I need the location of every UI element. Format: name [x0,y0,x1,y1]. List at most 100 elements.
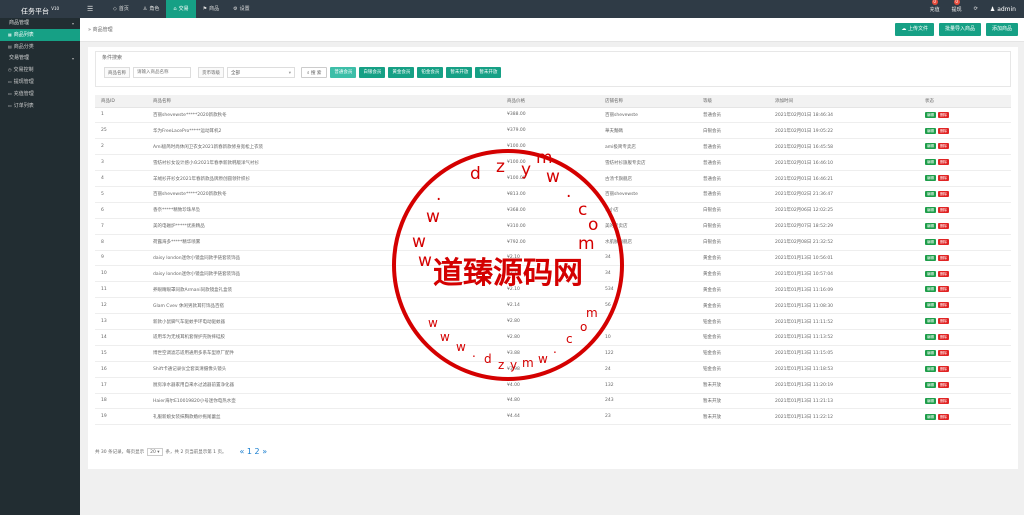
col-price[interactable]: 商品价格 [501,95,599,108]
cell-shop: 132 [599,377,697,394]
col-name[interactable]: 商品名称 [147,95,501,108]
filter-tag-gold[interactable]: 黄金会员 [388,67,415,78]
delete-button[interactable]: 删除 [938,302,949,309]
edit-button[interactable]: 编辑 [925,270,936,277]
edit-button[interactable]: 编辑 [925,111,936,118]
sidebar-group-trade[interactable]: 交易管理 ▾ [0,53,80,64]
delete-button[interactable]: 删除 [938,270,949,277]
edit-button[interactable]: 编辑 [925,365,936,372]
edit-button[interactable]: 编辑 [925,254,936,261]
topnav-role[interactable]: ♙ 角色 [136,0,167,18]
cell-actions: 编辑 删除 [919,329,1011,346]
cell-price: ¥2.14 [501,297,599,315]
delete-button[interactable]: 删除 [938,365,949,372]
sidebar-item-orders[interactable]: ▭ 订单列表 [0,100,80,112]
topnav-home[interactable]: ◇ 首页 [106,0,136,18]
page-size-select[interactable]: 20 ▾ [147,447,163,456]
edit-button[interactable]: 编辑 [925,397,936,404]
col-level[interactable]: 等级 [697,95,769,108]
sidebar-item-withdraw[interactable]: ▭ 提现管理 [0,76,80,88]
delete-button[interactable]: 删除 [938,143,949,150]
goods-name-input[interactable] [133,67,191,78]
edit-button[interactable]: 编辑 [925,286,936,293]
topnav-trade[interactable]: ⌂ 交易 [166,0,196,18]
edit-button[interactable]: 编辑 [925,334,936,341]
delete-button[interactable]: 删除 [938,191,949,198]
edit-button[interactable]: 编辑 [925,318,936,325]
delete-button[interactable]: 删除 [938,318,949,325]
topnav-role-label: 角色 [149,6,160,12]
col-shop[interactable]: 店铺名称 [599,95,697,108]
upload-file-button[interactable]: ☁ 上传文件 [895,23,934,36]
edit-button[interactable]: 编辑 [925,143,936,150]
delete-button[interactable]: 删除 [938,397,949,404]
col-status[interactable]: 状态 [919,95,1011,108]
sidebar-group-goods[interactable]: 商品管理 ▾ [0,18,80,29]
cell-shop: 24 [599,361,697,378]
recharge-link[interactable]: 0 充值 [930,0,940,13]
delete-button[interactable]: 删除 [938,111,949,118]
edit-button[interactable]: 编辑 [925,381,936,388]
topnav-settings[interactable]: ⚙ 设置 [226,0,257,18]
batch-import-button[interactable]: 批量导入商品 [938,23,981,36]
level-select[interactable]: 全部 ▾ [227,67,295,78]
delete-button[interactable]: 删除 [938,127,949,134]
delete-button[interactable]: 删除 [938,334,949,341]
delete-button[interactable]: 删除 [938,286,949,293]
table-row: 18 Haier海尔E10019820小号迷你电热水壶 ¥4.80 243 暂未开放 20… [95,393,1011,410]
delete-button[interactable]: 删除 [938,175,949,182]
filter-tag-platinum[interactable]: 铂金会员 [417,67,444,78]
edit-button[interactable]: 编辑 [925,159,936,166]
cell-price: ¥2.10 [501,250,599,267]
page-links[interactable]: « 1 2 » [239,447,267,456]
edit-button[interactable]: 编辑 [925,175,936,182]
edit-button[interactable]: 编辑 [925,127,936,134]
user-name: admin [997,5,1016,13]
table-row: 3 雪纺衬衫女设计感小众2021年春季新款韩版洋气衬衫 ¥100.00 雪纺衬衫旗舰专… [95,154,1011,172]
col-time[interactable]: 添加时间 [769,95,919,108]
brand-logo[interactable]: 任务平台 V10 [0,0,80,18]
search-button[interactable]: ⌕ 搜 索 [301,67,328,78]
delete-button[interactable]: 删除 [938,413,949,420]
cell-id: 6 [95,202,147,219]
delete-button[interactable]: 删除 [938,238,949,245]
delete-button[interactable]: 删除 [938,254,949,261]
sidebar-item-label: 商品列表 [13,32,34,38]
add-goods-button[interactable]: 添加商品 [985,23,1018,36]
topnav-goods-label: 商品 [209,6,220,12]
edit-button[interactable]: 编辑 [925,302,936,309]
sidebar-item-goods-list[interactable]: ▦ 商品列表 [0,29,80,41]
filter-tag-closed-1[interactable]: 暂未开放 [446,67,473,78]
card-icon: ▭ [8,103,12,108]
delete-button[interactable]: 删除 [938,381,949,388]
user-menu[interactable]: ♟ admin [990,6,1016,13]
withdraw-link[interactable]: 0 提现 [952,0,962,13]
delete-button[interactable]: 删除 [938,207,949,214]
sidebar-item-goods-category[interactable]: ▤ 商品分类 [0,41,80,53]
edit-button[interactable]: 编辑 [925,413,936,420]
edit-button[interactable]: 编辑 [925,238,936,245]
cell-time: 2021年02月01日 16:45:58 [769,138,919,156]
delete-button[interactable]: 删除 [938,159,949,166]
cell-id: 2 [95,138,147,156]
menu-toggle-icon[interactable]: ☰ [87,5,93,13]
filter-tag-closed-2[interactable]: 暂未开放 [475,67,502,78]
filter-tag-silver[interactable]: 白银会员 [359,67,386,78]
edit-button[interactable]: 编辑 [925,191,936,198]
cell-level: 铂金会员 [697,345,769,362]
topnav-goods[interactable]: ⚑ 商品 [196,0,227,18]
pager-summary-prefix: 共 30 条记录，每页显示 [95,449,145,455]
upload-file-label: 上传文件 [907,26,928,32]
edit-button[interactable]: 编辑 [925,350,936,357]
sidebar-item-trade-control[interactable]: ◷ 交易控制 [0,64,80,76]
edit-button[interactable]: 编辑 [925,222,936,229]
delete-button[interactable]: 删除 [938,350,949,357]
filter-tag-normal[interactable]: 普通会员 [330,67,357,78]
delete-button[interactable]: 删除 [938,222,949,229]
col-id[interactable]: 商品ID [95,95,147,108]
cell-id: 11 [95,281,147,299]
sidebar-item-recharge[interactable]: ▭ 充值管理 [0,88,80,100]
cell-shop: 美的专卖店 [599,218,697,235]
refresh-icon[interactable]: ⟳ [974,6,978,12]
edit-button[interactable]: 编辑 [925,207,936,214]
